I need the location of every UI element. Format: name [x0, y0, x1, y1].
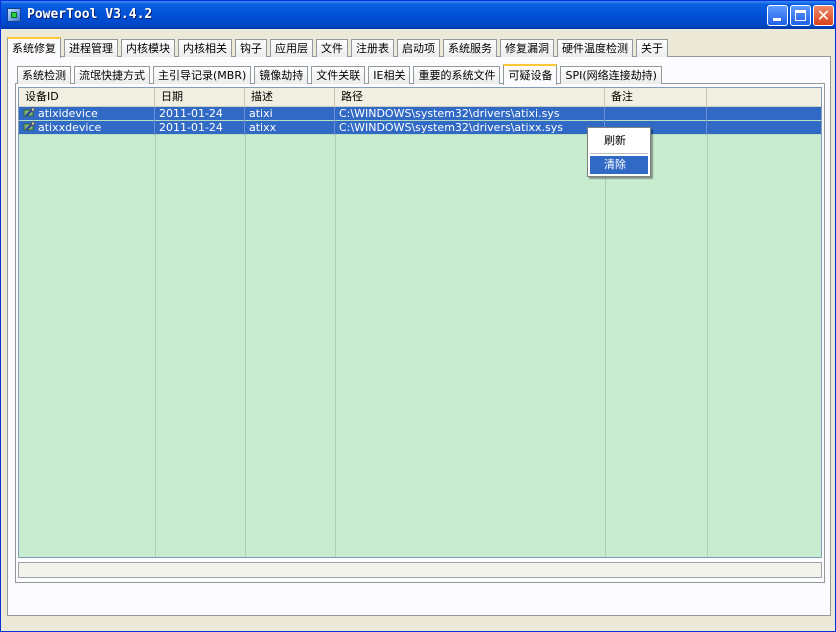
tab-image-hijack[interactable]: 镜像劫持	[254, 66, 309, 84]
tab-system-repair[interactable]: 系统修复	[7, 37, 61, 58]
column-header-date[interactable]: 日期	[155, 88, 245, 106]
cell-path: C:\WINDOWS\system32\drivers\atixi.sys	[335, 107, 605, 121]
cell-device-id: atixidevice	[19, 107, 155, 121]
context-menu: 刷新 清除	[587, 127, 651, 177]
list-header: 设备ID 日期 描述 路径 备注	[19, 88, 821, 107]
tab-about[interactable]: 关于	[636, 39, 668, 57]
cell-device-id: atixxdevice	[19, 121, 155, 135]
tab-hooks[interactable]: 钩子	[235, 39, 267, 57]
device-list[interactable]: 设备ID 日期 描述 路径 备注 atixidevice 2011-01-24 …	[18, 87, 822, 558]
main-tab-bar: 系统修复 进程管理 内核模块 内核相关 钩子 应用层 文件 注册表 启动项 系统…	[7, 35, 671, 58]
tab-system-services[interactable]: 系统服务	[443, 39, 497, 57]
horizontal-scrollbar[interactable]	[18, 562, 822, 578]
table-row[interactable]: atixxdevice 2011-01-24 atixx C:\WINDOWS\…	[19, 121, 821, 135]
menu-separator	[590, 153, 648, 154]
tab-application-layer[interactable]: 应用层	[270, 39, 313, 57]
minimize-button[interactable]	[767, 5, 788, 26]
window-title: PowerTool V3.4.2	[27, 7, 153, 22]
tab-patch-vulnerabilities[interactable]: 修复漏洞	[500, 39, 554, 57]
tab-system-check[interactable]: 系统检测	[17, 66, 71, 84]
menu-item-clear[interactable]: 清除	[590, 156, 648, 174]
maximize-button[interactable]	[790, 5, 811, 26]
cell-date: 2011-01-24	[155, 107, 245, 121]
tab-startup[interactable]: 启动项	[397, 39, 440, 57]
device-id-text: atixxdevice	[38, 121, 102, 134]
close-icon: ✕	[816, 6, 831, 25]
column-header-device-id[interactable]: 设备ID	[19, 88, 155, 106]
minimize-icon	[773, 18, 781, 21]
tab-important-system-files[interactable]: 重要的系统文件	[413, 66, 501, 84]
tab-mbr[interactable]: 主引导记录(MBR)	[153, 66, 252, 84]
tab-suspicious-devices[interactable]: 可疑设备	[503, 64, 558, 85]
grid-column-line	[155, 107, 246, 557]
cell-description: atixx	[245, 121, 335, 135]
grid-column-line	[245, 107, 336, 557]
sub-tab-bar: 系统检测 流氓快捷方式 主引导记录(MBR) 镜像劫持 文件关联 IE相关 重要…	[17, 62, 665, 85]
cell-date: 2011-01-24	[155, 121, 245, 135]
tab-rogue-shortcuts[interactable]: 流氓快捷方式	[74, 66, 150, 84]
powertool-window: PowerTool V3.4.2 ✕ 系统修复 进程管理 内核模块 内核相关 钩…	[0, 0, 836, 632]
tab-file-association[interactable]: 文件关联	[311, 66, 366, 84]
close-button[interactable]: ✕	[813, 5, 834, 26]
tab-kernel-related[interactable]: 内核相关	[178, 39, 232, 57]
device-icon	[23, 107, 36, 117]
cell-description: atixi	[245, 107, 335, 121]
column-header-note[interactable]: 备注	[605, 88, 707, 106]
grid-column-line	[335, 107, 606, 557]
tab-hardware-temperature[interactable]: 硬件温度检测	[557, 39, 633, 57]
table-row[interactable]: atixidevice 2011-01-24 atixi C:\WINDOWS\…	[19, 107, 821, 121]
device-icon	[23, 121, 36, 131]
cell-path: C:\WINDOWS\system32\drivers\atixx.sys	[335, 121, 605, 135]
grid-column-line	[19, 107, 156, 557]
tab-registry[interactable]: 注册表	[351, 39, 394, 57]
tab-kernel-modules[interactable]: 内核模块	[121, 39, 175, 57]
maximize-icon	[795, 10, 806, 21]
column-header-description[interactable]: 描述	[245, 88, 335, 106]
list-rows: atixidevice 2011-01-24 atixi C:\WINDOWS\…	[19, 107, 821, 135]
tab-ie-related[interactable]: IE相关	[368, 66, 411, 84]
column-header-path[interactable]: 路径	[335, 88, 605, 106]
app-icon	[7, 8, 21, 22]
tab-process-management[interactable]: 进程管理	[64, 39, 118, 57]
tab-spi-hijack[interactable]: SPI(网络连接劫持)	[560, 66, 662, 84]
menu-item-refresh[interactable]: 刷新	[590, 132, 648, 150]
cell-note	[605, 107, 707, 121]
title-bar[interactable]: PowerTool V3.4.2 ✕	[1, 1, 835, 29]
tab-files[interactable]: 文件	[316, 39, 348, 57]
device-id-text: atixidevice	[38, 107, 98, 120]
